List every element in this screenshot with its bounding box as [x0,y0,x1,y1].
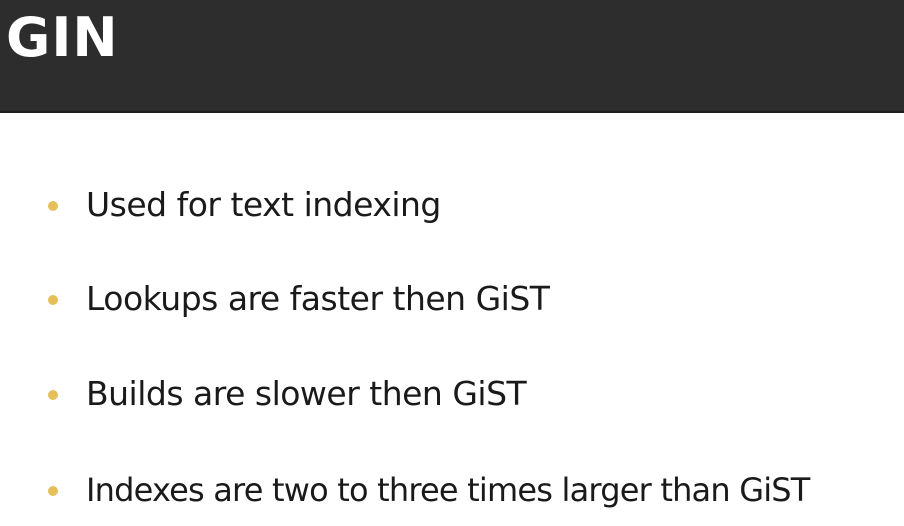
bullet-text: Indexes are two to three times larger th… [86,471,810,509]
bullet-dot-icon [48,201,58,211]
bullet-dot-icon [48,295,58,305]
slide-header: GIN [0,0,904,113]
slide-title: GIN [6,6,119,69]
bullet-text: Builds are slower then GiST [86,374,527,413]
bullet-text: Used for text indexing [86,185,441,224]
bullet-dot-icon [48,390,58,400]
bullet-dot-icon [48,486,58,496]
bullet-text: Lookups are faster then GiST [86,279,550,318]
